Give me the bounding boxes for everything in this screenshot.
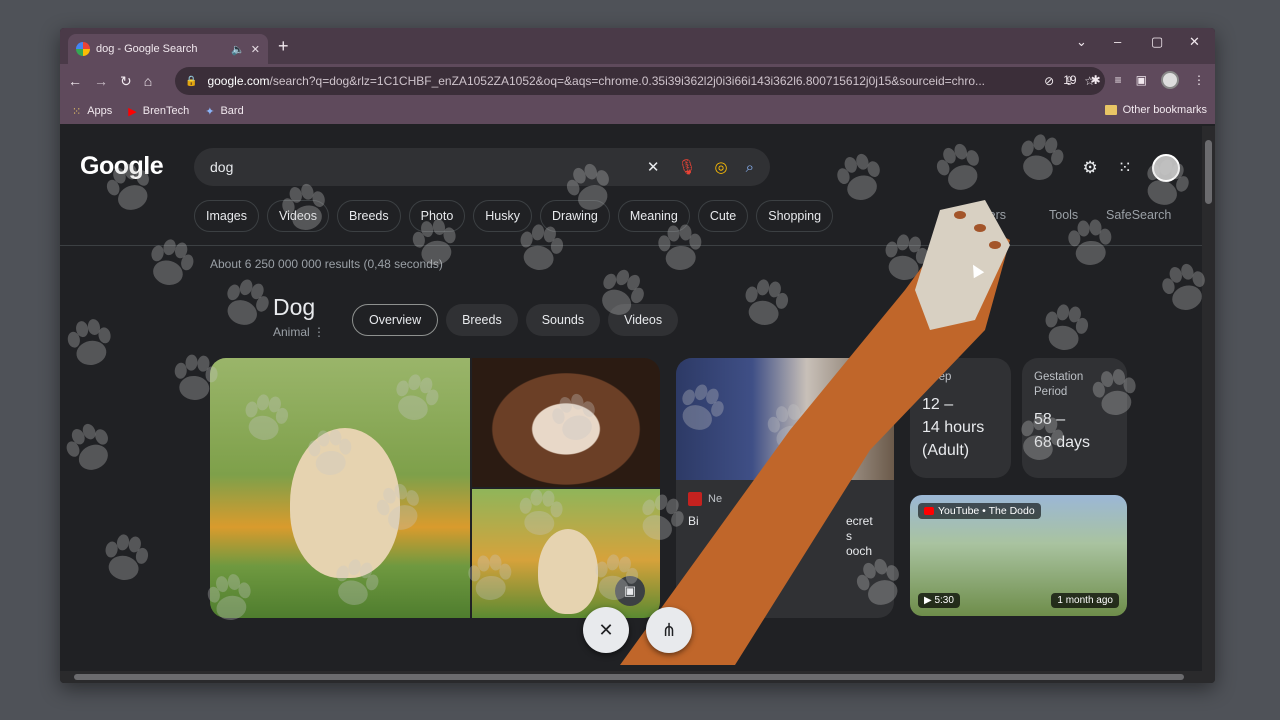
chip-drawing[interactable]: Drawing [540, 200, 610, 232]
extension-count[interactable]: 19 [1063, 73, 1076, 87]
home-icon[interactable]: ⌂ [144, 73, 152, 89]
side-panel-icon[interactable]: ▣ [1136, 73, 1147, 87]
chip-videos[interactable]: Videos [267, 200, 329, 232]
image-gallery-icon[interactable]: ▣ [615, 576, 645, 606]
chip-images[interactable]: Images [194, 200, 259, 232]
account-avatar[interactable] [1152, 154, 1180, 182]
bookmark-apps[interactable]: ⁙ Apps [72, 105, 112, 118]
browser-window: dog - Google Search 🔈 ✕ + ⌄ – ▢ ✕ ← → ↻ … [60, 28, 1215, 683]
youtube-icon [924, 507, 934, 515]
youtube-icon: ▶ [128, 105, 137, 118]
search-icon[interactable]: ⌕ [746, 159, 754, 176]
chip-cute[interactable]: Cute [697, 200, 749, 232]
video-age: 1 month ago [1051, 593, 1119, 608]
settings-gear-icon[interactable]: ⚙ [1083, 158, 1098, 178]
knowledge-title: Dog [273, 294, 316, 320]
apps-grid-icon[interactable]: ⁙ [1118, 158, 1132, 178]
back-icon[interactable]: ← [68, 73, 82, 89]
clear-icon[interactable]: ✕ [647, 158, 660, 176]
video-source: YouTube • The Dodo [918, 503, 1041, 519]
news-logo-icon [688, 492, 702, 506]
extensions-puzzle-icon[interactable]: ✱ [1091, 73, 1101, 87]
active-tab[interactable]: dog - Google Search 🔈 ✕ [68, 34, 268, 64]
search-box[interactable]: dog ✕ 🎙 ◎ ⌕ [194, 148, 770, 186]
vertical-scroll-thumb[interactable] [1205, 140, 1212, 204]
folder-icon [1104, 105, 1117, 115]
news-headline: Bi ecret s ooch [688, 514, 873, 558]
horizontal-scroll-thumb[interactable] [74, 674, 1184, 680]
title-bar: dog - Google Search 🔈 ✕ + ⌄ – ▢ ✕ [60, 28, 1215, 64]
fact-gestation[interactable]: Gestation Period 58 – 68 days [1022, 358, 1127, 478]
bookmark-brentech[interactable]: ▶ BrenTech [128, 105, 189, 118]
more-options-icon[interactable]: ⋮ [313, 325, 325, 339]
reload-icon[interactable]: ↻ [120, 73, 132, 90]
filters-menu[interactable]: Filters [972, 208, 1006, 222]
tab-search-icon[interactable]: ⌄ [1076, 34, 1087, 50]
video-card[interactable]: YouTube • The Dodo ▶ 5:30 1 month ago [910, 495, 1127, 616]
knowledge-subtitle: Animal ⋮ [273, 325, 326, 339]
search-input[interactable]: dog [210, 159, 629, 175]
tab-title: dog - Google Search [96, 43, 198, 55]
tab-overview[interactable]: Overview [352, 304, 439, 336]
results-count: About 6 250 000 000 results (0,48 second… [210, 257, 443, 271]
bard-sparkle-icon: ✦ [205, 105, 215, 118]
puppy-image-closeup[interactable] [472, 358, 660, 487]
url-text[interactable]: google.com/search?q=dog&rlz=1C1CHBF_enZA… [207, 74, 1034, 88]
header-right: ⚙ ⁙ [1083, 154, 1180, 182]
new-tab-icon[interactable]: + [278, 37, 289, 55]
chip-meaning[interactable]: Meaning [617, 200, 690, 232]
share-fab-button[interactable]: ⋔ [646, 607, 692, 653]
speaker-icon[interactable]: 🔈 [231, 43, 245, 56]
maximize-icon[interactable]: ▢ [1151, 34, 1163, 50]
chip-husky[interactable]: Husky [473, 200, 533, 232]
google-logo[interactable]: Google [80, 152, 164, 181]
minimize-icon[interactable]: – [1114, 34, 1121, 49]
apps-grid-icon: ⁙ [72, 105, 82, 118]
news-card[interactable]: Ne Bi ecret s ooch [676, 358, 894, 618]
google-favicon-icon [76, 42, 90, 56]
address-bar[interactable]: 🔒 google.com/search?q=dog&rlz=1C1CHBF_en… [175, 67, 1105, 95]
close-tab-icon[interactable]: ✕ [251, 43, 260, 56]
tab-breeds[interactable]: Breeds [446, 304, 518, 336]
profile-avatar[interactable] [1161, 71, 1179, 89]
bookmarks-bar: ⁙ Apps ▶ BrenTech ✦ Bard Other bookmarks [60, 98, 1215, 124]
close-window-icon[interactable]: ✕ [1189, 34, 1200, 50]
news-image [676, 358, 894, 480]
fact-sleep[interactable]: Sleep 12 – 14 hours (Adult) [910, 358, 1011, 478]
microphone-icon[interactable]: 🎙 [677, 158, 696, 176]
media-queue-icon[interactable]: ≡ [1115, 73, 1122, 87]
forward-icon[interactable]: → [94, 73, 108, 89]
toolbar: ← → ↻ ⌂ 🔒 google.com/search?q=dog&rlz=1C… [60, 64, 1215, 98]
puppy-image-large[interactable] [210, 358, 470, 618]
tab-sounds[interactable]: Sounds [525, 304, 601, 336]
lens-icon[interactable]: ◎ [715, 158, 728, 176]
lock-icon: 🔒 [185, 75, 198, 87]
knowledge-tabs: Overview Breeds Sounds Videos [352, 304, 679, 336]
menu-kebab-icon[interactable]: ⋮ [1193, 73, 1205, 87]
other-bookmarks[interactable]: Other bookmarks [1104, 104, 1207, 116]
chip-breeds[interactable]: Breeds [337, 200, 401, 232]
image-collage[interactable] [210, 358, 660, 618]
eye-off-icon[interactable]: ⊘ [1044, 74, 1054, 88]
video-duration: ▶ 5:30 [918, 593, 960, 608]
tab-videos[interactable]: Videos [608, 304, 679, 336]
toolbar-right: 19 ✱ ≡ ▣ ⋮ [1063, 71, 1205, 89]
header-divider [60, 245, 1202, 246]
tools-button[interactable]: Tools [1049, 208, 1078, 222]
bookmark-bard[interactable]: ✦ Bard [205, 105, 243, 118]
vertical-scrollbar[interactable] [1202, 126, 1215, 671]
chip-photo[interactable]: Photo [408, 200, 466, 232]
close-fab-button[interactable]: ✕ [583, 607, 629, 653]
filter-chips: Images Videos Breeds Photo Husky Drawing… [194, 200, 834, 232]
safesearch-menu[interactable]: SafeSearch [1106, 208, 1171, 222]
news-source: Ne [688, 492, 722, 506]
chip-shopping[interactable]: Shopping [756, 200, 834, 232]
horizontal-scrollbar[interactable] [60, 671, 1215, 683]
search-results-page: Google dog ✕ 🎙 ◎ ⌕ ⚙ ⁙ Images Videos Bre… [60, 126, 1202, 671]
